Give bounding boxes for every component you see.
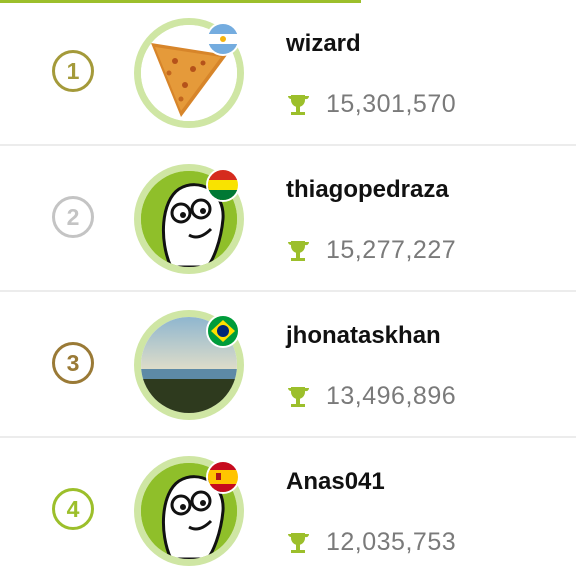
- player-score: 15,277,227: [326, 236, 457, 264]
- player-name[interactable]: Anas041: [286, 468, 385, 496]
- trophy-icon: [285, 92, 311, 118]
- rank-badge: 3: [52, 342, 94, 384]
- player-name[interactable]: jhonataskhan: [286, 322, 441, 350]
- rank-badge: 2: [52, 196, 94, 238]
- player-score: 13,496,896: [326, 382, 457, 410]
- rank-badge: 1: [52, 50, 94, 92]
- leaderboard-row[interactable]: 2 thiagopedraza 15,277,227: [0, 146, 576, 292]
- spain-flag-icon: [206, 460, 240, 494]
- argentina-flag-icon: [206, 22, 240, 56]
- rank-badge: 4: [52, 488, 94, 530]
- player-name[interactable]: thiagopedraza: [286, 176, 449, 204]
- leaderboard-row[interactable]: 3 jhonataskhan 13,496,896: [0, 292, 576, 438]
- player-name[interactable]: wizard: [286, 30, 361, 58]
- trophy-icon: [285, 384, 311, 410]
- trophy-icon: [285, 530, 311, 556]
- player-score: 15,301,570: [326, 90, 457, 118]
- bolivia-flag-icon: [206, 168, 240, 202]
- player-score: 12,035,753: [326, 528, 457, 556]
- brazil-flag-icon: [206, 314, 240, 348]
- leaderboard-row[interactable]: 1 wizard 15,301,570: [0, 0, 576, 146]
- leaderboard-row[interactable]: 4 Anas041 12,035,753: [0, 438, 576, 584]
- trophy-icon: [285, 238, 311, 264]
